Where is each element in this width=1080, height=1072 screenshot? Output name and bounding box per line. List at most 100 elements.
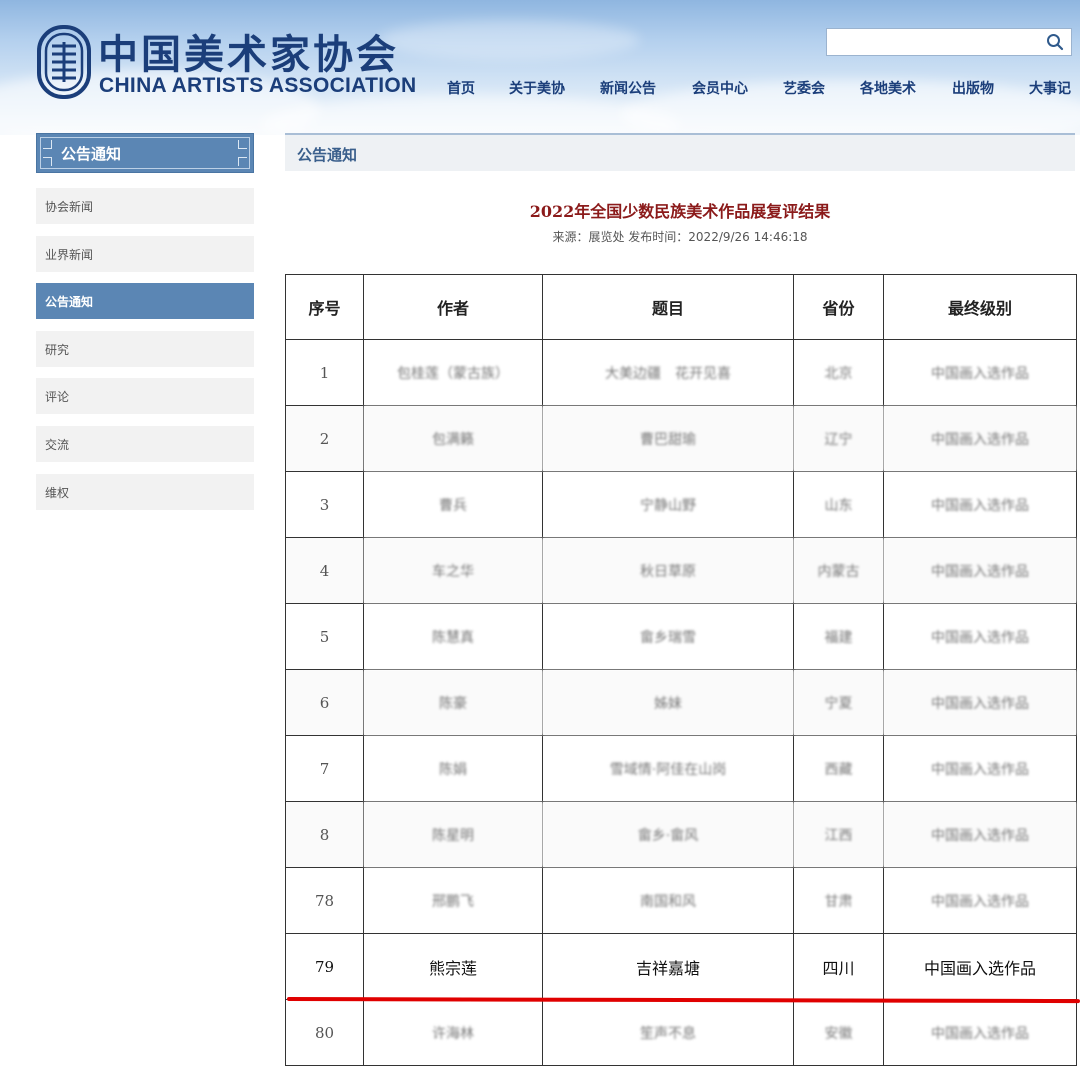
cell-seq: 3 [285, 471, 364, 538]
cell-title: 宁静山野 [542, 471, 794, 538]
cell-level: 中国画入选作品 [883, 801, 1077, 868]
cell-province: 福建 [793, 603, 884, 670]
sidebar-item-label: 交流 [45, 438, 70, 452]
main-nav: 首页 关于美协 新闻公告 会员中心 艺委会 各地美术 出版物 大事记 [0, 78, 1080, 102]
cell-level: 中国画入选作品 [883, 867, 1077, 934]
nav-item-news[interactable]: 新闻公告 [600, 78, 656, 98]
col-header-province: 省份 [793, 274, 884, 340]
cell-province: 北京 [793, 339, 884, 406]
cell-author: 陈星明 [363, 801, 543, 868]
cell-title: 畲乡瑞雪 [542, 603, 794, 670]
cell-province: 内蒙古 [793, 537, 884, 604]
cell-province: 甘肃 [793, 867, 884, 934]
cell-author: 包桂莲（蒙古族） [363, 339, 543, 406]
col-header-title: 题目 [542, 274, 794, 340]
sidebar-item-label: 研究 [45, 343, 70, 357]
cell-author: 熊宗莲 [363, 933, 543, 1000]
search-input[interactable] [826, 28, 1072, 56]
cell-level: 中国画入选作品 [883, 603, 1077, 670]
cell-author: 包满籁 [363, 405, 543, 472]
cell-level: 中国画入选作品 [883, 537, 1077, 604]
cell-province: 宁夏 [793, 669, 884, 736]
section-header: 公告通知 [285, 133, 1075, 171]
cell-title: 大美边疆 花开见喜 [542, 339, 794, 406]
table-row: 5 陈慧真 畲乡瑞雪 福建 中国画入选作品 [285, 603, 1077, 670]
cell-author: 陈慧真 [363, 603, 543, 670]
article-meta: 来源：展览处 发布时间：2022/9/26 14:46:18 [552, 230, 808, 244]
nav-item-publications[interactable]: 出版物 [952, 78, 994, 98]
table-row: 3 曹兵 宁静山野 山东 中国画入选作品 [285, 471, 1077, 538]
nav-item-home[interactable]: 首页 [447, 78, 475, 98]
nav-item-members[interactable]: 会员中心 [692, 78, 748, 98]
cell-title: 曹巴甜瑜 [542, 405, 794, 472]
table-row: 1 包桂莲（蒙古族） 大美边疆 花开见喜 北京 中国画入选作品 [285, 339, 1077, 406]
cell-seq: 6 [285, 669, 364, 736]
sidebar-item-label: 协会新闻 [45, 200, 94, 214]
table-row: 80 许海林 笙声不息 安徽 中国画入选作品 [285, 999, 1077, 1066]
col-header-seq: 序号 [285, 274, 364, 340]
cell-level: 中国画入选作品 [883, 471, 1077, 538]
sidebar-item-exchange[interactable]: 交流 [36, 426, 254, 462]
cell-title: 畲乡·畲风 [542, 801, 794, 868]
nav-item-chronicle[interactable]: 大事记 [1029, 78, 1071, 98]
nav-item-regional[interactable]: 各地美术 [860, 78, 916, 98]
cell-level: 中国画入选作品 [883, 933, 1077, 1000]
sidebar-item-announcements[interactable]: 公告通知 [36, 283, 254, 319]
table-row: 4 车之华 秋日草原 内蒙古 中国画入选作品 [285, 537, 1077, 604]
sidebar-item-label: 评论 [45, 390, 70, 404]
table-row-highlighted: 79 熊宗莲 吉祥嘉塘 四川 中国画入选作品 [285, 933, 1077, 1000]
site-name-cn[interactable]: 中国美术家协会 [98, 22, 399, 80]
sidebar-item-association-news[interactable]: 协会新闻 [36, 188, 254, 224]
cell-level: 中国画入选作品 [883, 735, 1077, 802]
results-table: 序号 作者 题目 省份 最终级别 1 包桂莲（蒙古族） 大美边疆 花开见喜 北京 中国画… [285, 274, 1077, 1066]
sidebar-item-review[interactable]: 评论 [36, 378, 254, 414]
cell-seq: 1 [285, 339, 364, 406]
cell-seq: 5 [285, 603, 364, 670]
cell-seq: 4 [285, 537, 364, 604]
cell-province: 四川 [793, 933, 884, 1000]
search-icon[interactable] [1045, 32, 1065, 52]
cell-seq: 8 [285, 801, 364, 868]
sidebar-item-rights[interactable]: 维权 [36, 474, 254, 510]
cell-author: 曹兵 [363, 471, 543, 538]
section-title: 公告通知 [297, 146, 358, 164]
table-row: 78 邢鹏飞 南国和风 甘肃 中国画入选作品 [285, 867, 1077, 934]
table-row: 7 陈娟 雪域情·阿佳在山岗 西藏 中国画入选作品 [285, 735, 1077, 802]
cell-province: 安徽 [793, 999, 884, 1066]
cell-seq: 80 [285, 999, 364, 1066]
sidebar-item-label: 业界新闻 [45, 248, 94, 262]
cell-author: 陈豪 [363, 669, 543, 736]
col-header-level: 最终级别 [883, 274, 1077, 340]
table-header-row: 序号 作者 题目 省份 最终级别 [285, 274, 1077, 340]
cell-seq: 7 [285, 735, 364, 802]
cell-level: 中国画入选作品 [883, 405, 1077, 472]
cell-seq: 79 [285, 933, 364, 1000]
cell-author: 车之华 [363, 537, 543, 604]
cell-province: 辽宁 [793, 405, 884, 472]
sidebar-title: 公告通知 [36, 133, 254, 173]
article-title: 2022年全国少数民族美术作品展复评结果 [529, 202, 831, 221]
nav-item-about[interactable]: 关于美协 [509, 78, 565, 98]
table-body: 1 包桂莲（蒙古族） 大美边疆 花开见喜 北京 中国画入选作品 2 包满籁 曹巴甜瑜 辽宁 中国画… [285, 339, 1077, 1066]
cell-level: 中国画入选作品 [883, 669, 1077, 736]
cell-author: 邢鹏飞 [363, 867, 543, 934]
cell-title: 姊妹 [542, 669, 794, 736]
site-header: 中国美术家协会 CHINA ARTISTS ASSOCIATION 首页 关于美… [0, 0, 1080, 135]
cell-author: 陈娟 [363, 735, 543, 802]
sidebar-item-label: 维权 [45, 486, 70, 500]
sidebar-title-text: 公告通知 [61, 145, 122, 163]
sidebar-item-industry-news[interactable]: 业界新闻 [36, 236, 254, 272]
table-row: 8 陈星明 畲乡·畲风 江西 中国画入选作品 [285, 801, 1077, 868]
cell-title: 秋日草原 [542, 537, 794, 604]
cell-title: 笙声不息 [542, 999, 794, 1066]
sidebar-item-research[interactable]: 研究 [36, 331, 254, 367]
nav-item-committee[interactable]: 艺委会 [783, 78, 825, 98]
cell-province: 江西 [793, 801, 884, 868]
cell-seq: 78 [285, 867, 364, 934]
cell-province: 山东 [793, 471, 884, 538]
cell-title: 南国和风 [542, 867, 794, 934]
table-row: 6 陈豪 姊妹 宁夏 中国画入选作品 [285, 669, 1077, 736]
table-row: 2 包满籁 曹巴甜瑜 辽宁 中国画入选作品 [285, 405, 1077, 472]
cell-province: 西藏 [793, 735, 884, 802]
cell-level: 中国画入选作品 [883, 339, 1077, 406]
